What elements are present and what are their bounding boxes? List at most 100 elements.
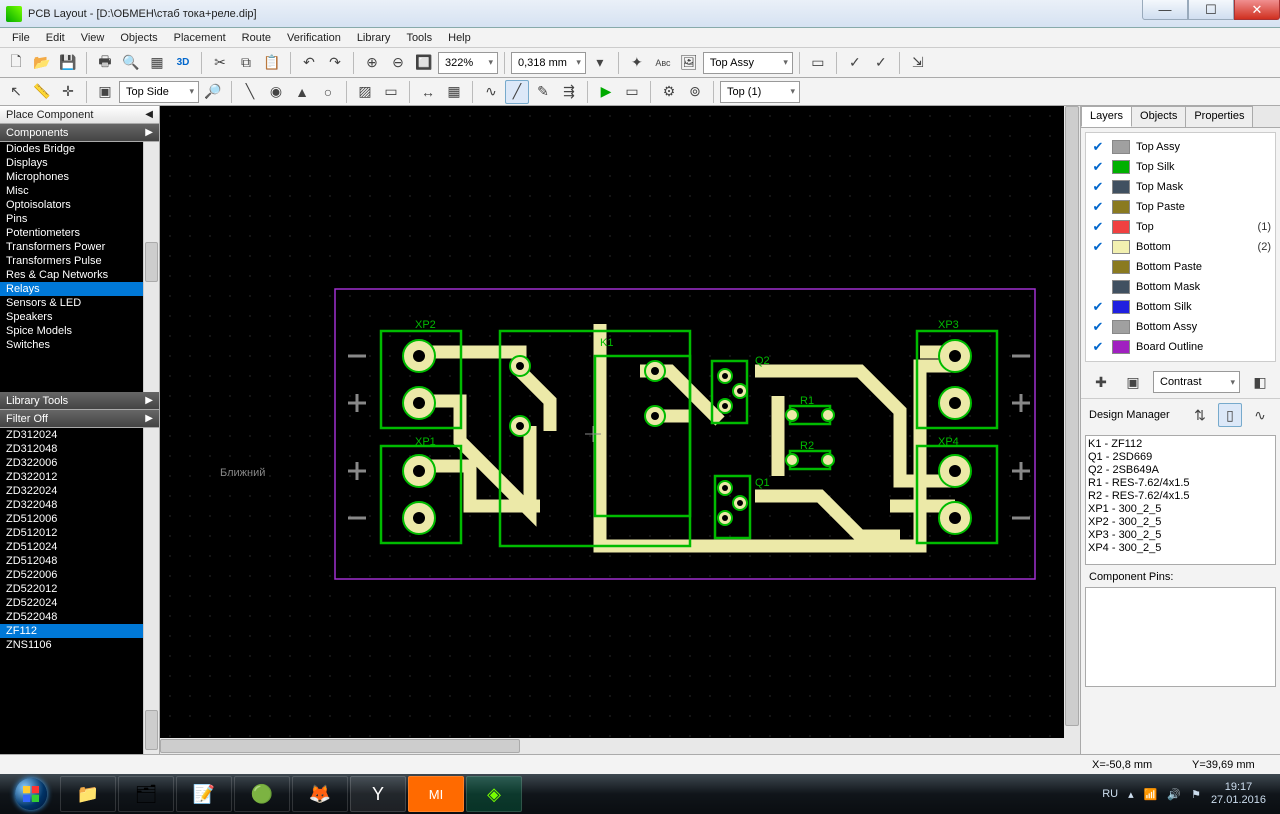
3d-button[interactable]: 3D: [171, 51, 195, 75]
zoom-window-icon[interactable]: 🔲: [412, 51, 436, 75]
canvas-hscroll[interactable]: [160, 738, 1080, 754]
redo-icon[interactable]: ↷: [323, 51, 347, 75]
list-item[interactable]: ZD322024: [0, 484, 159, 498]
list-item[interactable]: Res & Cap Networks: [0, 268, 159, 282]
taskbar-app-icon[interactable]: 🗂: [118, 776, 174, 812]
layer-row[interactable]: ✔Top Paste: [1090, 197, 1271, 217]
origin-icon[interactable]: ✦: [625, 51, 649, 75]
list-item[interactable]: Misc: [0, 184, 159, 198]
list-item[interactable]: ZD512024: [0, 540, 159, 554]
list-item[interactable]: ZD322048: [0, 498, 159, 512]
filter-off-header[interactable]: Filter Off▶: [0, 410, 159, 428]
menu-library[interactable]: Library: [349, 30, 399, 46]
menu-tools[interactable]: Tools: [398, 30, 440, 46]
taskbar-diptrace-icon[interactable]: ◈: [466, 776, 522, 812]
list-item[interactable]: ZD312048: [0, 442, 159, 456]
layer-row[interactable]: Bottom Mask: [1090, 277, 1271, 297]
cut-icon[interactable]: ✂: [208, 51, 232, 75]
origin2-icon[interactable]: ✛: [56, 80, 80, 104]
list-item[interactable]: ZD522006: [0, 568, 159, 582]
grid-config-icon[interactable]: ▾: [588, 51, 612, 75]
edit-route-icon[interactable]: ╱: [505, 80, 529, 104]
tray-network-icon[interactable]: 📶: [1144, 788, 1158, 801]
list-item[interactable]: ZD512048: [0, 554, 159, 568]
list-item[interactable]: Speakers: [0, 310, 159, 324]
picture-icon[interactable]: 🖼: [677, 51, 701, 75]
layer-row[interactable]: ✔Top(1): [1090, 217, 1271, 237]
list-item[interactable]: ZD512012: [0, 526, 159, 540]
taskbar-mi-icon[interactable]: MI: [408, 776, 464, 812]
place-pad-icon[interactable]: ◉: [264, 80, 288, 104]
layer-row[interactable]: ✔Top Silk: [1090, 157, 1271, 177]
menu-edit[interactable]: Edit: [38, 30, 73, 46]
list-item[interactable]: ZD512006: [0, 512, 159, 526]
list-item[interactable]: Diodes Bridge: [0, 142, 159, 156]
run-icon[interactable]: ▶: [594, 80, 618, 104]
layer-display-icon[interactable]: ▣: [93, 80, 117, 104]
list-item[interactable]: ZD312024: [0, 428, 159, 442]
copper-pour-icon[interactable]: ▨: [353, 80, 377, 104]
list-item[interactable]: Q1 - 2SD669: [1088, 451, 1273, 464]
tray-action-icon[interactable]: ⚑: [1191, 788, 1201, 801]
list-item[interactable]: ZD322012: [0, 470, 159, 484]
renumber-icon[interactable]: ▭: [806, 51, 830, 75]
design-components-list[interactable]: K1 - ZF112 Q1 - 2SD669 Q2 - 2SB649A R1 -…: [1085, 435, 1276, 565]
canvas-vscroll[interactable]: [1064, 106, 1080, 738]
board-outline-icon[interactable]: ▭: [379, 80, 403, 104]
place-component-header[interactable]: Place Component◀: [0, 106, 159, 124]
tray-volume-icon[interactable]: 🔊: [1167, 788, 1181, 801]
list-item[interactable]: ZF112: [0, 624, 159, 638]
via-style-icon[interactable]: ⊚: [683, 80, 707, 104]
list-item[interactable]: Displays: [0, 156, 159, 170]
place-dimension-icon[interactable]: ↔: [416, 80, 440, 104]
list-item[interactable]: Relays: [0, 282, 159, 296]
list-item[interactable]: ZD322006: [0, 456, 159, 470]
components-list[interactable]: Diodes Bridge Displays Microphones Misc …: [0, 142, 159, 392]
close-button[interactable]: ✕: [1234, 0, 1280, 20]
taskbar-chrome-icon[interactable]: 🟢: [234, 776, 290, 812]
list-item[interactable]: XP1 - 300_2_5: [1088, 503, 1273, 516]
layer-row[interactable]: ✔Bottom(2): [1090, 237, 1271, 257]
arrow-icon[interactable]: ↖: [4, 80, 28, 104]
route-manual-icon[interactable]: ╲: [238, 80, 262, 104]
menu-help[interactable]: Help: [440, 30, 479, 46]
tray-clock[interactable]: 19:1727.01.2016: [1211, 781, 1266, 807]
library-tools-header[interactable]: Library Tools▶: [0, 392, 159, 410]
pcb-canvas[interactable]: XP2 XP1 XP3 XP4 K1 Q2 Q1 R1 R2 Ближний: [160, 106, 1080, 754]
measure-icon[interactable]: 📏: [30, 80, 54, 104]
list-item[interactable]: Switches: [0, 338, 159, 352]
list-item[interactable]: Optoisolators: [0, 198, 159, 212]
menu-view[interactable]: View: [73, 30, 113, 46]
start-button[interactable]: [4, 776, 58, 812]
taskbar-yandex-icon[interactable]: Y: [350, 776, 406, 812]
list-item[interactable]: K1 - ZF112: [1088, 438, 1273, 451]
tab-objects[interactable]: Objects: [1131, 106, 1186, 127]
place-via-icon[interactable]: ▲: [290, 80, 314, 104]
dm-net-icon[interactable]: ∿: [1248, 403, 1272, 427]
titles-icon[interactable]: ▦: [145, 51, 169, 75]
export-icon[interactable]: ⇲: [906, 51, 930, 75]
list-item[interactable]: ZD522048: [0, 610, 159, 624]
layer-row[interactable]: Bottom Paste: [1090, 257, 1271, 277]
tray-show-hidden-icon[interactable]: ▴: [1128, 788, 1134, 801]
taskbar-firefox-icon[interactable]: 🦊: [292, 776, 348, 812]
layer-row[interactable]: ✔Top Assy: [1090, 137, 1271, 157]
list-item[interactable]: Transformers Power: [0, 240, 159, 254]
side-dropdown[interactable]: Top Side: [119, 81, 199, 103]
paste-icon[interactable]: 📋: [260, 51, 284, 75]
list-item[interactable]: Microphones: [0, 170, 159, 184]
layer-props-icon[interactable]: ▣: [1121, 370, 1145, 394]
maximize-button[interactable]: ☐: [1188, 0, 1234, 20]
tab-properties[interactable]: Properties: [1185, 106, 1253, 127]
preview-icon[interactable]: 🔍: [119, 51, 143, 75]
list-item[interactable]: ZNS1106: [0, 638, 159, 652]
list-item[interactable]: Pins: [0, 212, 159, 226]
list-item[interactable]: Q2 - 2SB649A: [1088, 464, 1273, 477]
dm-comp-icon[interactable]: ▯: [1218, 403, 1242, 427]
mounting-hole-icon[interactable]: ○: [316, 80, 340, 104]
new-icon[interactable]: 🗋: [4, 51, 28, 75]
add-layer-icon[interactable]: ✚: [1089, 370, 1113, 394]
place-table-icon[interactable]: ▦: [442, 80, 466, 104]
tray-lang[interactable]: RU: [1102, 788, 1118, 800]
netconn-icon[interactable]: ✓: [869, 51, 893, 75]
